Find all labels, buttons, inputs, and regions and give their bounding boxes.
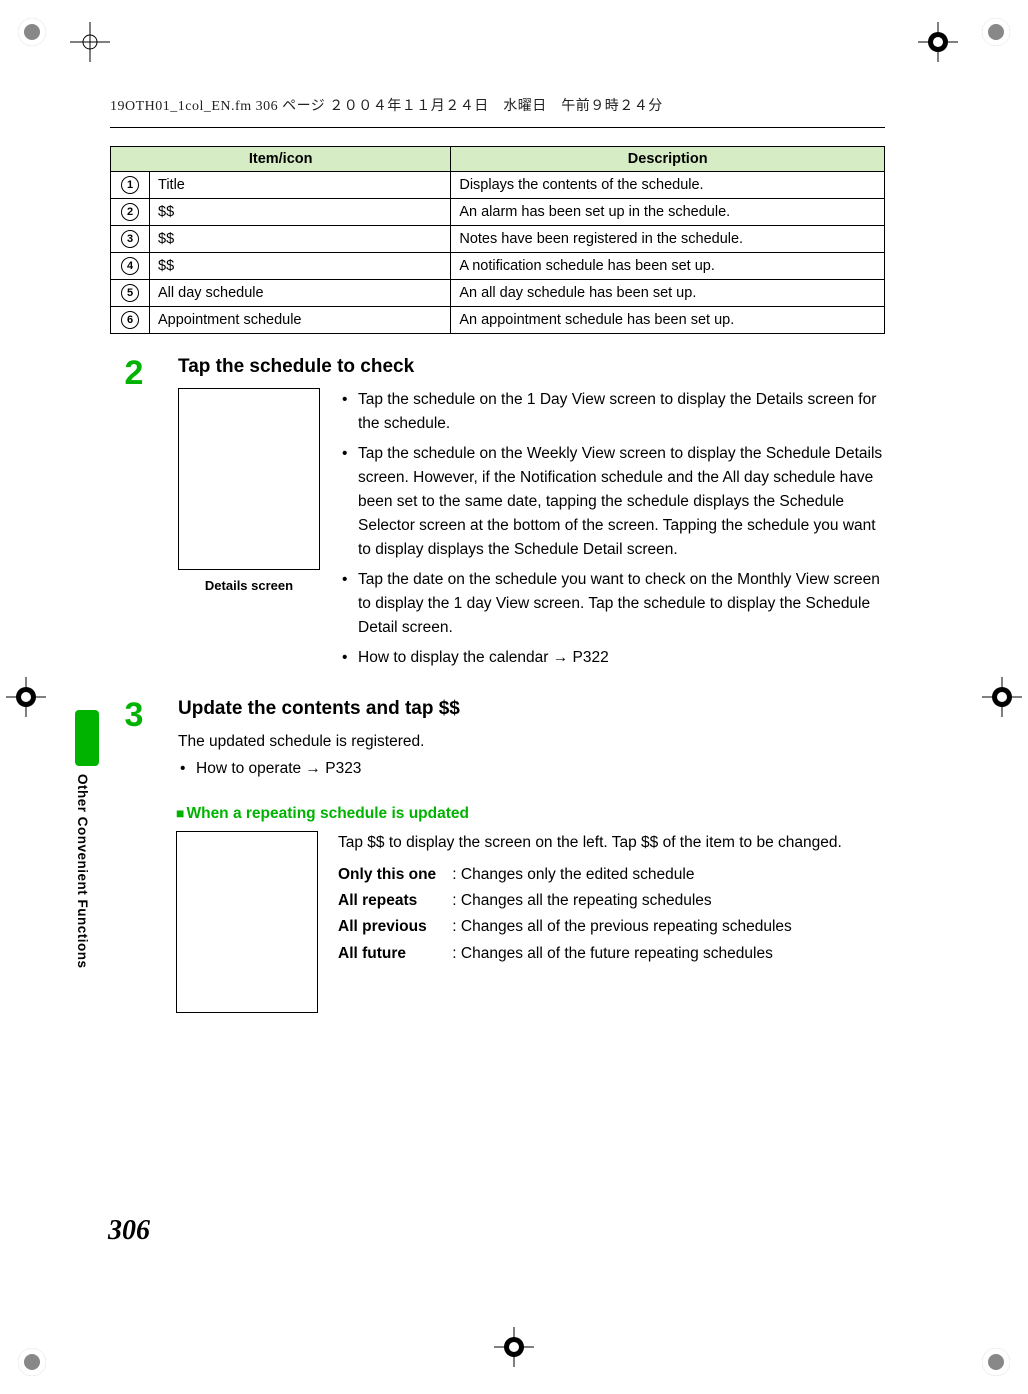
page-content: 19OTH01_1col_EN.fm 306 ページ ２００４年１１月２４日 水… (110, 95, 885, 1013)
repeat-screen-image (176, 831, 318, 1013)
square-bullet-icon: ■ (176, 805, 184, 821)
row-num-2: 2 (121, 203, 139, 221)
tab-section-label: Other Convenient Functions (75, 774, 90, 969)
items-table: Item/icon Description 1 Title Displays t… (110, 146, 885, 334)
row-desc-3: Notes have been registered in the schedu… (451, 226, 885, 253)
header-rule (110, 127, 885, 128)
repeat-def-label-4: All future (338, 941, 448, 967)
step-3-line2: How to operate → P323 (178, 757, 885, 781)
row-item-4: $$ (150, 253, 451, 280)
row-num-4: 4 (121, 257, 139, 275)
row-desc-6: An appointment schedule has been set up. (451, 307, 885, 334)
table-row: 6 Appointment schedule An appointment sc… (111, 307, 885, 334)
row-item-2: $$ (150, 199, 451, 226)
step-2-bullet-4: How to display the calendar → P322 (340, 646, 885, 670)
page-number: 306 (108, 1215, 150, 1247)
row-num-1: 1 (121, 176, 139, 194)
step-2-number: 2 (110, 356, 158, 676)
repeat-def-row: All previous : Changes all of the previo… (338, 914, 842, 940)
crop-cross-top-left (70, 22, 110, 67)
crop-cross-top-right (918, 22, 958, 67)
repeat-def-text-3: Changes all of the previous repeating sc… (461, 918, 792, 935)
row-num-3: 3 (121, 230, 139, 248)
side-tab: Other Convenient Functions (75, 710, 99, 969)
repeat-def-label-3: All previous (338, 914, 448, 940)
repeat-def-label-2: All repeats (338, 888, 448, 914)
crop-circle-bl (18, 1348, 46, 1376)
details-screen-image (178, 388, 320, 570)
crop-cross-mid-left (6, 677, 46, 722)
step-2: 2 Tap the schedule to check Details scre… (110, 356, 885, 676)
th-desc: Description (451, 147, 885, 172)
table-row: 1 Title Displays the contents of the sch… (111, 172, 885, 199)
details-screen-caption: Details screen (178, 578, 320, 593)
repeat-def-row: All repeats : Changes all the repeating … (338, 888, 842, 914)
repeat-def-text-1: Changes only the edited schedule (461, 866, 695, 883)
repeat-block: Tap $$ to display the screen on the left… (176, 831, 885, 1013)
row-item-1: Title (150, 172, 451, 199)
tab-green-block (75, 710, 99, 766)
repeat-def-row: All future : Changes all of the future r… (338, 941, 842, 967)
step-2-bullet-1: Tap the schedule on the 1 Day View scree… (340, 388, 885, 436)
row-desc-5: An all day schedule has been set up. (451, 280, 885, 307)
step-3: 3 Update the contents and tap $$ The upd… (110, 698, 885, 787)
step-2-bullet-2: Tap the schedule on the Weekly View scre… (340, 442, 885, 562)
table-row: 4 $$ A notification schedule has been se… (111, 253, 885, 280)
row-desc-4: A notification schedule has been set up. (451, 253, 885, 280)
row-item-3: $$ (150, 226, 451, 253)
repeat-subhead: ■When a repeating schedule is updated (176, 805, 885, 823)
repeat-def-label-1: Only this one (338, 862, 448, 888)
table-row: 3 $$ Notes have been registered in the s… (111, 226, 885, 253)
th-item: Item/icon (111, 147, 451, 172)
row-item-6: Appointment schedule (150, 307, 451, 334)
repeat-intro: Tap $$ to display the screen on the left… (338, 831, 842, 856)
crop-cross-mid-right (982, 677, 1022, 722)
crop-circle-tl (18, 18, 46, 46)
step-3-line1: The updated schedule is registered. (178, 730, 885, 755)
running-header: 19OTH01_1col_EN.fm 306 ページ ２００４年１１月２４日 水… (110, 95, 885, 115)
table-row: 5 All day schedule An all day schedule h… (111, 280, 885, 307)
step-2-bullet-3: Tap the date on the schedule you want to… (340, 568, 885, 640)
step-3-number: 3 (110, 698, 158, 787)
crop-circle-tr (982, 18, 1010, 46)
step-3-title: Update the contents and tap $$ (178, 698, 885, 720)
row-desc-1: Displays the contents of the schedule. (451, 172, 885, 199)
step-2-title: Tap the schedule to check (178, 356, 885, 378)
row-num-5: 5 (121, 284, 139, 302)
repeat-def-text-4: Changes all of the future repeating sche… (461, 945, 773, 962)
repeat-def-text-2: Changes all the repeating schedules (461, 892, 712, 909)
table-row: 2 $$ An alarm has been set up in the sch… (111, 199, 885, 226)
crop-circle-br (982, 1348, 1010, 1376)
row-item-5: All day schedule (150, 280, 451, 307)
row-desc-2: An alarm has been set up in the schedule… (451, 199, 885, 226)
step-2-bullets: Tap the schedule on the 1 Day View scree… (340, 388, 885, 676)
crop-cross-bottom-center (494, 1327, 534, 1372)
row-num-6: 6 (121, 311, 139, 329)
table-header-row: Item/icon Description (111, 147, 885, 172)
repeat-heading-text: When a repeating schedule is updated (186, 805, 469, 822)
repeat-def-row: Only this one : Changes only the edited … (338, 862, 842, 888)
